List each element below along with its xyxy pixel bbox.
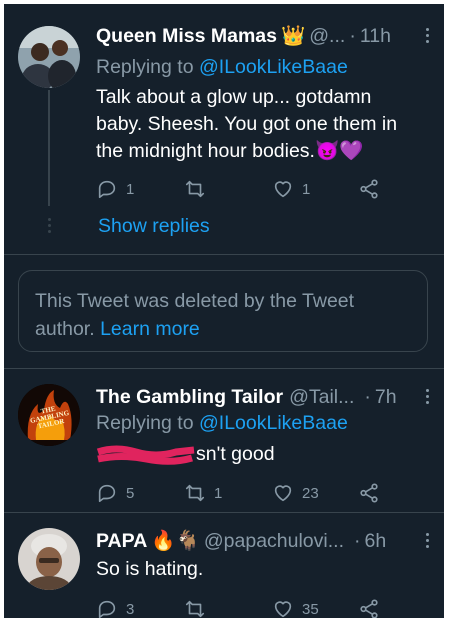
like-count: 35 — [302, 600, 319, 618]
share-button[interactable] — [358, 176, 380, 202]
separator: · — [354, 529, 361, 552]
more-icon[interactable] — [426, 28, 430, 44]
share-icon — [360, 599, 378, 618]
separator: · — [349, 24, 356, 47]
reply-button[interactable]: 1 — [96, 176, 134, 202]
replying-to: Replying to @ILookLikeBaae — [96, 412, 348, 435]
timestamp[interactable]: 11h — [360, 25, 391, 48]
avatar[interactable] — [18, 26, 80, 88]
display-name[interactable]: The Gambling Tailor — [96, 386, 283, 409]
show-replies-link[interactable]: Show replies — [98, 215, 210, 238]
retweet-icon — [185, 600, 205, 618]
timestamp[interactable]: 7h — [375, 386, 397, 409]
thread-line — [48, 90, 50, 206]
retweet-icon — [185, 180, 205, 198]
display-name[interactable]: PAPA — [96, 530, 147, 553]
replying-to-label: Replying to — [96, 56, 194, 78]
retweet-button[interactable]: 1 — [184, 480, 222, 506]
avatar[interactable]: THE GAMBLING TAILOR — [18, 384, 80, 446]
timestamp[interactable]: 6h — [365, 530, 387, 553]
like-count: 1 — [302, 180, 311, 198]
reply-count: 3 — [126, 600, 135, 618]
reply-icon — [98, 600, 116, 618]
like-icon — [274, 601, 292, 618]
tweet-actions: 5 1 23 — [96, 480, 396, 506]
divider — [4, 254, 444, 255]
tweet-text-row: sn't good — [96, 441, 416, 468]
fire-goat-emoji: 🔥🐐 — [151, 530, 200, 552]
mention-link[interactable]: @ILookLikeBaae — [199, 412, 348, 434]
reply-button[interactable]: 5 — [96, 480, 134, 506]
tweet-text: Talk about a glow up... gotdamn baby. Sh… — [96, 86, 398, 162]
retweet-count: 1 — [214, 484, 223, 502]
display-name[interactable]: Queen Miss Mamas — [96, 25, 277, 48]
share-icon — [360, 179, 378, 199]
tweet-thread: Queen Miss Mamas 👑 @... · 11h Replying t… — [4, 4, 444, 618]
handle[interactable]: @Tail... — [289, 386, 354, 409]
handle[interactable]: @... — [309, 25, 345, 48]
tweet-1[interactable]: Queen Miss Mamas 👑 @... · 11h Replying t… — [4, 4, 444, 260]
handle[interactable]: @papachulovi... — [204, 530, 344, 553]
mention-link[interactable]: @ILookLikeBaae — [199, 56, 348, 78]
retweet-button[interactable] — [184, 596, 214, 618]
tweet-text: So is hating. — [96, 558, 204, 580]
retweet-icon — [185, 484, 205, 502]
tweet-actions: 1 1 — [96, 176, 396, 202]
reply-icon — [98, 180, 116, 199]
reply-count: 1 — [126, 180, 135, 198]
crown-emoji: 👑 — [280, 25, 306, 47]
like-button[interactable]: 1 — [272, 176, 310, 202]
share-button[interactable] — [358, 596, 380, 618]
like-button[interactable]: 23 — [272, 480, 319, 506]
like-icon — [274, 181, 292, 198]
more-icon[interactable] — [426, 389, 430, 405]
like-icon — [274, 485, 292, 502]
like-button[interactable]: 35 — [272, 596, 319, 618]
tweet-text: sn't good — [196, 443, 275, 465]
share-icon — [360, 483, 378, 503]
replying-to: Replying to @ILookLikeBaae — [96, 56, 348, 79]
avatar[interactable] — [18, 528, 80, 590]
reply-button[interactable]: 3 — [96, 596, 134, 618]
thread-continuation — [48, 218, 51, 236]
replying-to-label: Replying to — [96, 412, 194, 434]
tweet-2[interactable]: THE GAMBLING TAILOR The Gambling Tailor … — [4, 368, 444, 518]
like-count: 23 — [302, 484, 319, 502]
share-button[interactable] — [358, 480, 380, 506]
tweet-actions: 3 35 — [96, 596, 396, 618]
reply-count: 5 — [126, 484, 135, 502]
deleted-tweet-notice: This Tweet was deleted by the Tweet auth… — [18, 270, 428, 352]
tweet-3[interactable]: PAPA 🔥🐐 @papachulovi... · 6h So is hatin… — [4, 512, 444, 618]
retweet-button[interactable] — [184, 176, 214, 202]
separator: · — [364, 385, 371, 408]
more-icon[interactable] — [426, 533, 430, 549]
redaction-scribble — [96, 444, 196, 466]
reply-icon — [98, 484, 116, 503]
learn-more-link[interactable]: Learn more — [100, 318, 200, 340]
